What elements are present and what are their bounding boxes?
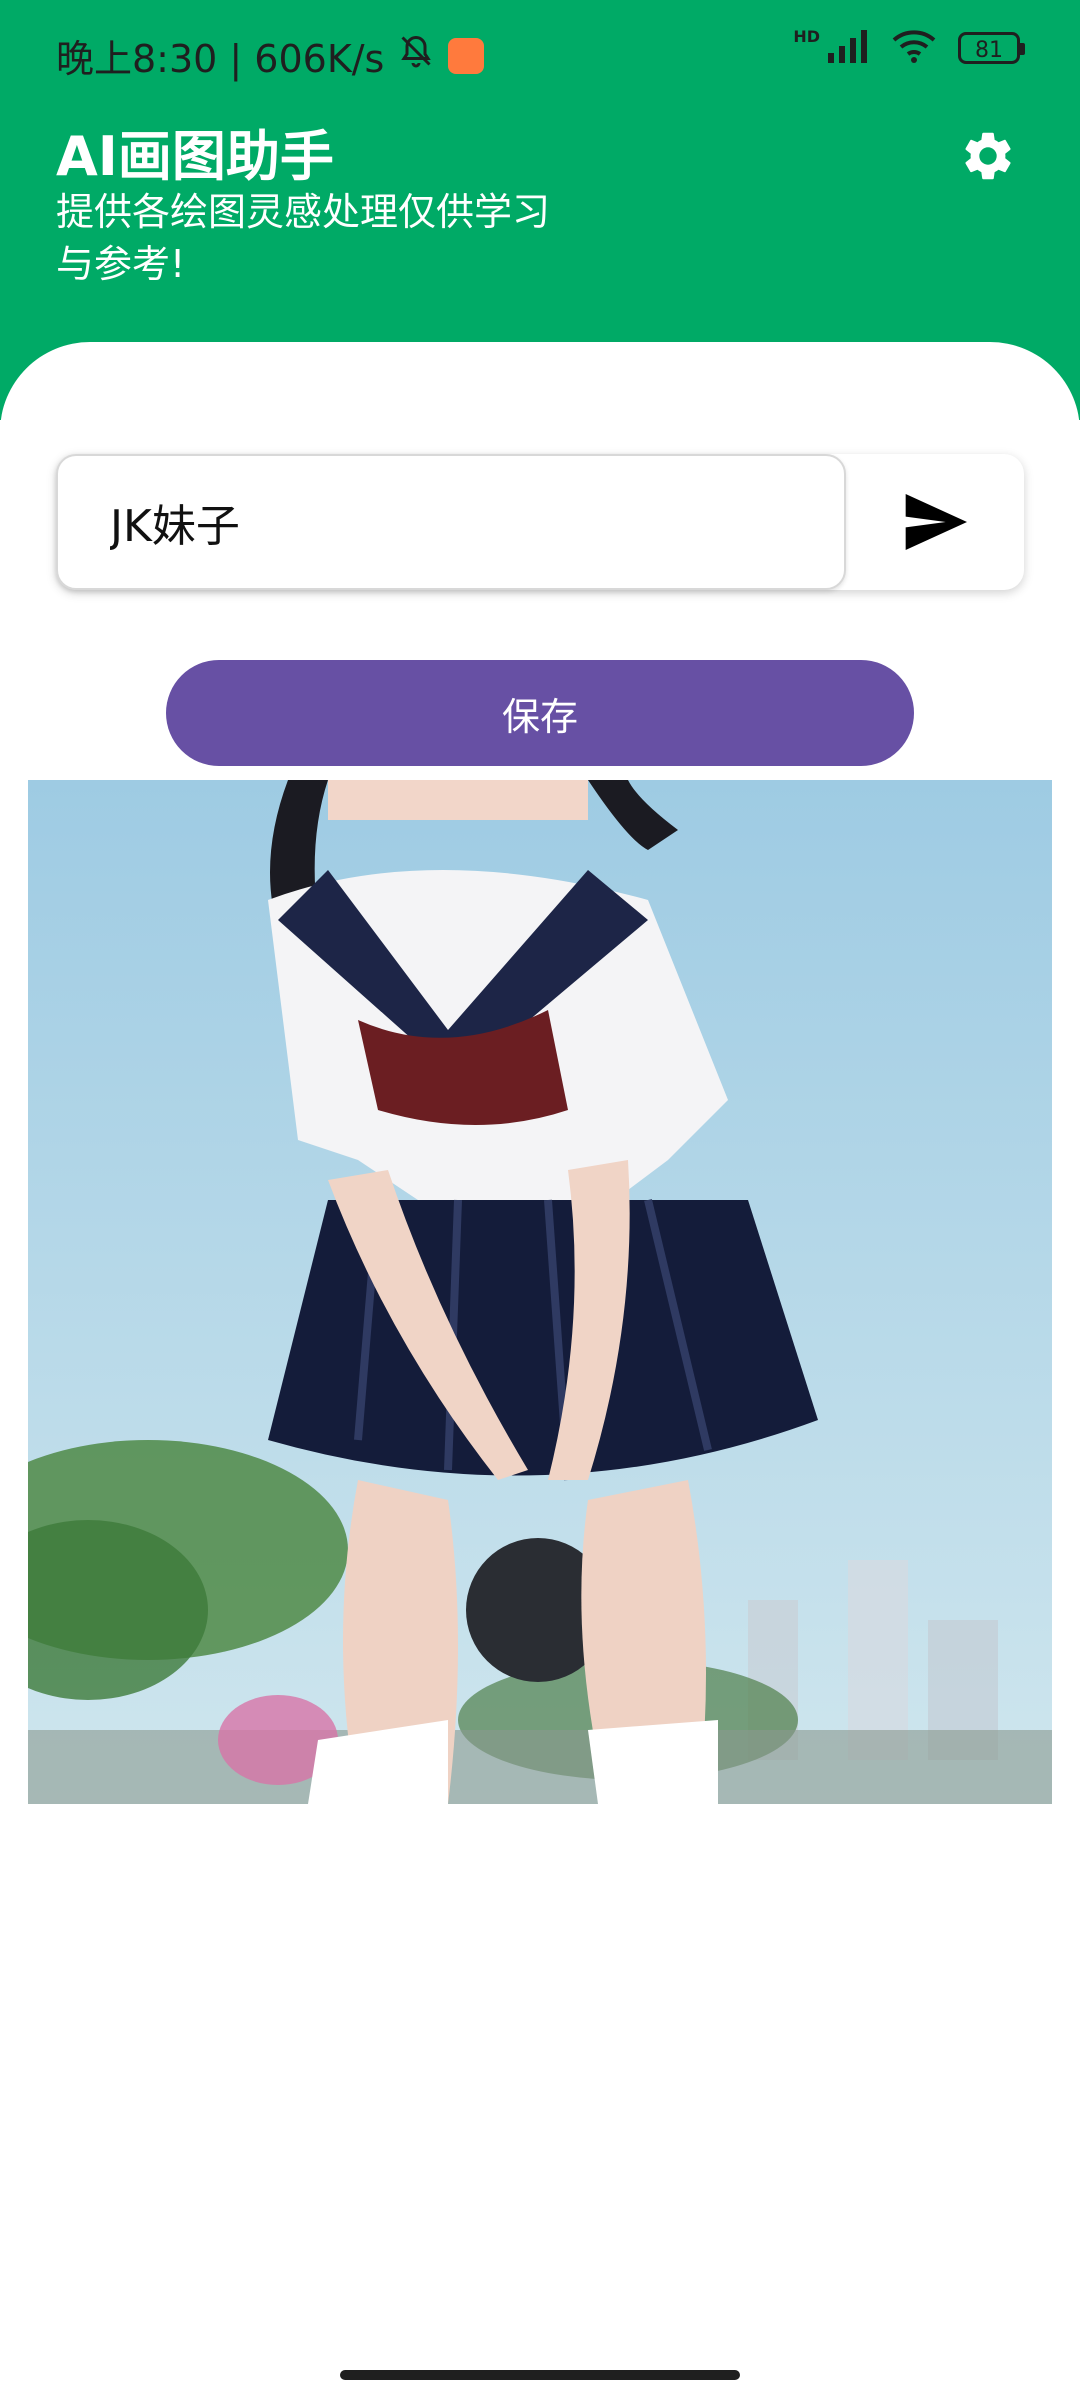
status-left: 晚上8:30 | 606K/s bbox=[56, 28, 485, 83]
gear-icon bbox=[965, 132, 1011, 180]
status-right: HD 81 bbox=[793, 26, 1025, 68]
bell-off-icon bbox=[398, 33, 434, 78]
app-screen: 晚上8:30 | 606K/s HD 81 AI画图助手 提供各绘图灵感处理仅供… bbox=[0, 0, 1080, 2400]
status-time-and-speed: 晚上8:30 | 606K/s bbox=[56, 37, 385, 81]
send-button[interactable] bbox=[846, 454, 1024, 590]
generated-image[interactable] bbox=[28, 780, 1052, 1804]
network-type-label: HD bbox=[793, 26, 820, 46]
app-title: AI画图助手 bbox=[56, 125, 334, 188]
settings-button[interactable] bbox=[952, 120, 1024, 192]
generated-image-illustration bbox=[28, 780, 1052, 1804]
prompt-row bbox=[56, 454, 1024, 590]
status-bar: 晚上8:30 | 606K/s HD 81 bbox=[0, 0, 1080, 100]
wifi-icon bbox=[890, 28, 938, 68]
save-button[interactable]: 保存 bbox=[166, 660, 914, 766]
send-icon bbox=[905, 494, 967, 550]
signal-icon bbox=[826, 29, 870, 67]
app-subtitle: 提供各绘图灵感处理仅供学习与参考! bbox=[56, 190, 551, 286]
app-notification-icon bbox=[448, 37, 485, 74]
battery-icon: 81 bbox=[958, 32, 1025, 64]
prompt-input[interactable] bbox=[56, 454, 846, 590]
home-indicator[interactable] bbox=[340, 2370, 740, 2380]
